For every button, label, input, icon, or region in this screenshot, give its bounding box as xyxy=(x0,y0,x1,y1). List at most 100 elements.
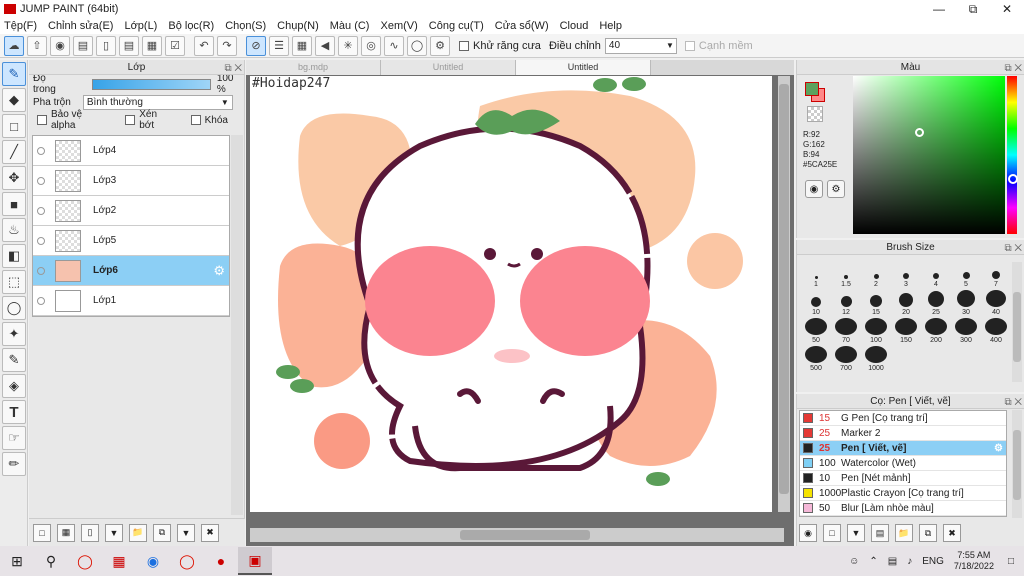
brush-size-option[interactable]: 7 xyxy=(981,262,1011,288)
people-icon[interactable]: ☺ xyxy=(849,556,859,567)
brush-size-option[interactable]: 15 xyxy=(861,290,891,316)
clock[interactable]: 7:55 AM 7/18/2022 xyxy=(954,550,994,572)
brush-size-option[interactable]: 1000 xyxy=(861,346,891,372)
brush-size-option[interactable]: 50 xyxy=(801,318,831,344)
blend-select[interactable]: Bình thường ▼ xyxy=(82,94,233,110)
brush-menu-icon[interactable]: ▼ xyxy=(847,524,865,542)
brush-size-option[interactable]: 300 xyxy=(951,318,981,344)
menu-cloud[interactable]: Cloud xyxy=(560,20,589,32)
brush-size-option[interactable]: 5 xyxy=(951,262,981,288)
drawing-canvas[interactable]: #Hoidap247 xyxy=(250,76,772,512)
brush-size-option[interactable]: 20 xyxy=(891,290,921,316)
search-icon[interactable]: ⚲ xyxy=(34,547,68,575)
brush-size-option[interactable]: 12 xyxy=(831,290,861,316)
lock-checkbox[interactable] xyxy=(190,115,201,125)
select-pen-tool-icon[interactable]: ✎ xyxy=(2,348,26,372)
no-snap-icon[interactable]: ⊘ xyxy=(246,35,266,56)
panel-detach-close-icons[interactable]: ⧉ ✕ xyxy=(1004,61,1022,76)
jump-paint-taskbar-icon[interactable]: ▣ xyxy=(238,547,272,575)
brush-size-option[interactable]: 3 xyxy=(891,262,921,288)
menu-color[interactable]: Màu (C) xyxy=(330,20,370,32)
start-icon[interactable]: ⊞ xyxy=(0,547,34,575)
gear-icon[interactable]: ⚙ xyxy=(994,443,1003,454)
brush-list-item[interactable]: 10 Pen [Nét mảnh] xyxy=(800,471,1006,486)
canvas-horizontal-scrollbar[interactable] xyxy=(250,528,784,542)
main-color-swatch[interactable] xyxy=(805,82,819,96)
visibility-toggle[interactable] xyxy=(37,176,45,185)
comment-icon[interactable]: ▤ xyxy=(73,35,93,56)
chevron-up-icon[interactable]: ⌃ xyxy=(869,556,877,567)
ellipse-snap-icon[interactable]: ◯ xyxy=(407,35,427,56)
brush-size-option[interactable]: 200 xyxy=(921,318,951,344)
brush-size-option[interactable]: 30 xyxy=(951,290,981,316)
palette-icon[interactable]: ◉ xyxy=(805,180,823,198)
notification-icon[interactable]: □ xyxy=(1008,556,1014,567)
export-icon[interactable]: ⇧ xyxy=(27,35,47,56)
brush-list-item[interactable]: 1000 Plastic Crayon [Cọ trang trí] xyxy=(800,486,1006,501)
protect-alpha-checkbox[interactable] xyxy=(37,115,47,125)
brush-duplicate-icon[interactable]: ⧉ xyxy=(919,524,937,542)
recorder-icon[interactable]: ● xyxy=(204,547,238,575)
visibility-toggle[interactable] xyxy=(37,236,45,245)
menu-file[interactable]: Tệp(F) xyxy=(4,20,37,32)
visibility-toggle[interactable] xyxy=(37,266,45,275)
hand-tool-icon[interactable]: ☞ xyxy=(2,426,26,450)
brush-size-option[interactable]: 10 xyxy=(801,290,831,316)
menu-help[interactable]: Help xyxy=(599,20,622,32)
grid-snap-icon[interactable]: ▦ xyxy=(292,35,312,56)
perspective-snap-icon[interactable]: ◀ xyxy=(315,35,335,56)
adjust-input[interactable]: 40 ▼ xyxy=(604,37,677,54)
panel-grid-icon[interactable]: ▦ xyxy=(142,35,162,56)
app-grid-icon[interactable]: ▦ xyxy=(102,547,136,575)
lasso-tool-icon[interactable]: ◯ xyxy=(2,296,26,320)
trash-icon[interactable]: ✖ xyxy=(201,523,219,542)
curve-snap-icon[interactable]: ∿ xyxy=(384,35,404,56)
tab-bg[interactable]: bg.mdp xyxy=(246,60,381,75)
task-check-icon[interactable]: ☑ xyxy=(165,35,185,56)
layer-row-selected[interactable]: Lớp6 ⚙ xyxy=(33,256,229,286)
brush-size-option[interactable]: 500 xyxy=(801,346,831,372)
concentric-snap-icon[interactable]: ◎ xyxy=(361,35,381,56)
brush-folder-icon[interactable]: 📁 xyxy=(895,524,913,542)
menu-filter[interactable]: Bộ lọc(R) xyxy=(168,20,214,32)
new-halftone-layer-icon[interactable]: ▦ xyxy=(57,523,75,542)
brush-size-option[interactable]: 150 xyxy=(891,318,921,344)
opera-gx-icon[interactable]: ◯ xyxy=(170,547,204,575)
layer-row[interactable]: Lớp1 xyxy=(33,286,229,316)
brush-size-option[interactable]: 100 xyxy=(861,318,891,344)
volume-icon[interactable]: ♪ xyxy=(907,556,912,567)
close-button[interactable]: ✕ xyxy=(990,0,1024,18)
opacity-slider[interactable] xyxy=(91,78,211,90)
panel-detach-close-icons[interactable]: ⧉ ✕ xyxy=(224,61,242,76)
antialias-checkbox[interactable] xyxy=(459,40,469,51)
soft-edge-checkbox[interactable] xyxy=(684,40,695,51)
brush-size-option[interactable]: 1.5 xyxy=(831,262,861,288)
radial-snap-icon[interactable]: ✳ xyxy=(338,35,358,56)
line-tool-icon[interactable]: ╱ xyxy=(2,140,26,164)
canvas-vertical-scrollbar[interactable] xyxy=(778,76,790,512)
zalo-icon[interactable]: ◉ xyxy=(136,547,170,575)
brush-size-option[interactable]: 1 xyxy=(801,262,831,288)
brush-size-option[interactable]: 70 xyxy=(831,318,861,344)
hue-cursor[interactable] xyxy=(1008,174,1018,184)
new-8bit-layer-icon[interactable]: ▯ xyxy=(81,523,99,542)
brush-size-option[interactable]: 40 xyxy=(981,290,1011,316)
saturation-value-picker[interactable] xyxy=(853,76,1005,234)
menu-view[interactable]: Xem(V) xyxy=(380,20,417,32)
minimize-button[interactable]: — xyxy=(922,0,956,18)
page-icon[interactable]: ▯ xyxy=(96,35,116,56)
clip-checkbox[interactable] xyxy=(125,115,136,125)
brush-size-option[interactable]: 25 xyxy=(921,290,951,316)
brush-list-item[interactable]: 50 Blur [Làm nhòe màu] xyxy=(800,501,1006,516)
brush-size-option[interactable]: 4 xyxy=(921,262,951,288)
parallel-snap-icon[interactable]: ☰ xyxy=(269,35,289,56)
duplicate-layer-icon[interactable]: ⧉ xyxy=(153,523,171,542)
new-layer-menu-icon[interactable]: ▼ xyxy=(105,523,123,542)
color-picker-cursor[interactable] xyxy=(915,128,924,137)
merge-layer-icon[interactable]: ▼ xyxy=(177,523,195,542)
transparent-color-swatch[interactable] xyxy=(807,106,823,122)
speech-bubble-icon[interactable]: ◉ xyxy=(50,35,70,56)
trash-icon[interactable]: ✖ xyxy=(943,524,961,542)
brush-copy-icon[interactable]: ▤ xyxy=(871,524,889,542)
select-eraser-tool-icon[interactable]: ◈ xyxy=(2,374,26,398)
